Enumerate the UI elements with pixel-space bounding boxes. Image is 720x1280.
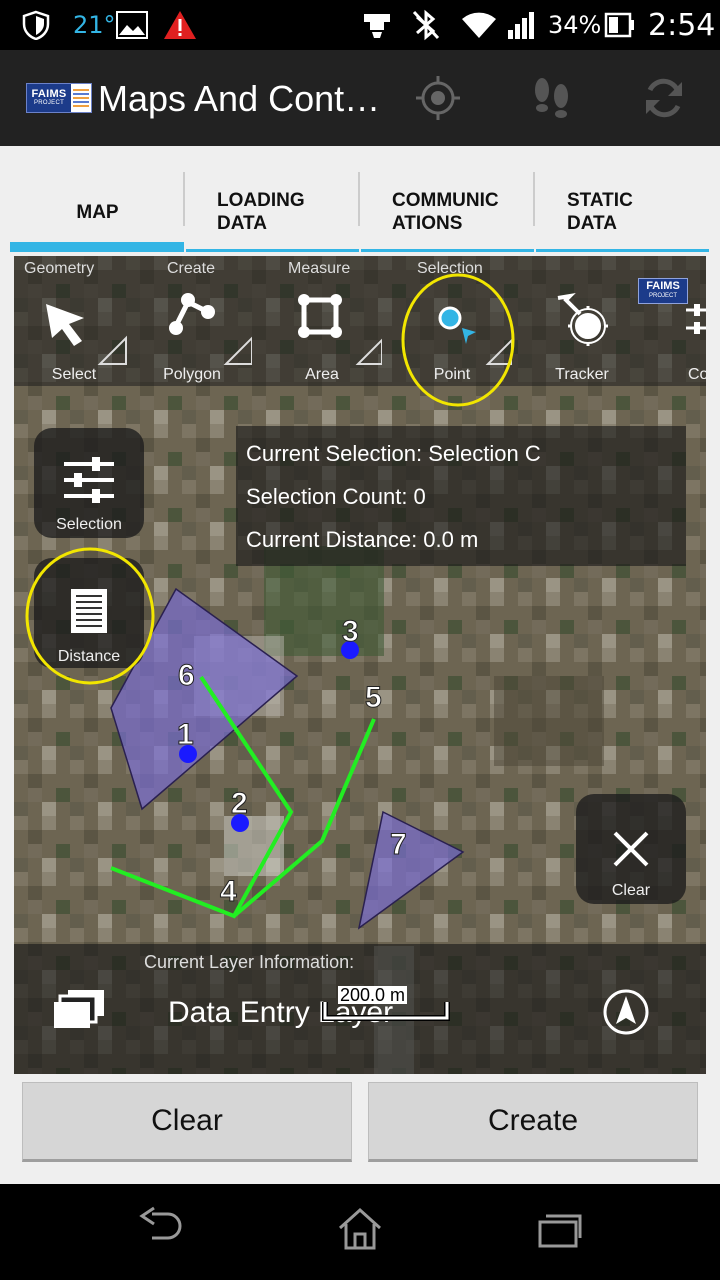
- temperature-text: 21°: [73, 11, 116, 39]
- map-toolbar: Geometry Create Measure Selection Select…: [14, 256, 706, 407]
- arrow-pointer-icon: [46, 304, 127, 365]
- tool-polygon[interactable]: Polygon: [132, 286, 252, 386]
- map-clear-label: Clear: [611, 882, 651, 899]
- tab-label: LOADING DATA: [217, 190, 305, 234]
- create-button[interactable]: Create: [368, 1082, 698, 1162]
- marker-label: 7: [390, 828, 407, 861]
- tool-label: Tracker: [555, 366, 609, 383]
- gps-target-icon[interactable]: [414, 74, 462, 122]
- tab-indicator: [186, 249, 359, 252]
- clear-button[interactable]: Clear: [22, 1082, 352, 1162]
- distance-highlight-circle: [25, 547, 155, 685]
- current-selection-text: Current Selection: Selection C: [246, 441, 541, 466]
- selection-info-panel: Current Selection: Selection C Selection…: [236, 426, 686, 566]
- marker-label: 4: [220, 875, 237, 908]
- sync-icon[interactable]: [640, 74, 688, 122]
- bluetooth-off-icon: [411, 0, 441, 50]
- tool-tracker[interactable]: Tracker: [522, 286, 642, 386]
- tool-area[interactable]: Area: [262, 286, 382, 386]
- tab-static-data[interactable]: STATIC DATA: [535, 172, 710, 252]
- group-label-create: Create: [167, 260, 216, 277]
- tab-communications[interactable]: COMMUNIC ATIONS: [360, 172, 535, 252]
- compass-icon[interactable]: [602, 988, 650, 1036]
- navigation-bar: [0, 1184, 720, 1280]
- tool-label: Polygon: [163, 366, 221, 383]
- map-view[interactable]: 1 2 3 4 5 6 7 Geometry Create Measure Se…: [14, 256, 706, 1074]
- faims-logo: FAIMS PROJECT: [26, 83, 92, 113]
- battery-icon: [604, 0, 634, 50]
- scale-label: 200.0 m: [338, 985, 408, 1005]
- layer-info-heading: Current Layer Information:: [144, 952, 355, 972]
- selection-button-label: Selection: [56, 516, 122, 533]
- marker-label: 6: [178, 659, 195, 692]
- map-clear-button[interactable]: Clear: [576, 794, 686, 904]
- sliders-icon: [64, 457, 114, 503]
- marker-label: 1: [177, 718, 194, 751]
- status-bar: 21° 34% 2:54: [0, 0, 720, 50]
- area-square-icon: [298, 294, 382, 365]
- close-icon: [613, 831, 649, 867]
- tab-indicator: [10, 242, 184, 252]
- tool-select[interactable]: Select: [14, 286, 134, 386]
- tab-indicator: [536, 249, 709, 252]
- group-label-measure: Measure: [288, 260, 351, 277]
- tool-label: Co: [688, 366, 706, 383]
- tab-map[interactable]: MAP: [10, 172, 185, 252]
- warning-icon: [163, 0, 197, 50]
- shield-icon: [22, 0, 50, 50]
- clock: 2:54: [648, 7, 716, 43]
- tab-indicator: [361, 249, 534, 252]
- tab-label: COMMUNIC ATIONS: [392, 190, 499, 234]
- tracker-icon: [557, 293, 608, 346]
- layers-icon[interactable]: [52, 988, 106, 1030]
- image-icon: [116, 0, 148, 50]
- content-area: MAP LOADING DATA COMMUNIC ATIONS STATIC …: [0, 146, 720, 1184]
- current-distance-text: Current Distance: 0.0 m: [246, 527, 479, 552]
- action-bar: FAIMS PROJECT Maps And Cont…: [0, 50, 720, 146]
- recent-apps-icon[interactable]: [536, 1210, 584, 1250]
- nfc-icon: [360, 0, 394, 50]
- battery-percent: 34%: [548, 11, 602, 39]
- app-title: Maps And Cont…: [98, 78, 381, 119]
- selection-button[interactable]: Selection: [34, 428, 144, 538]
- tool-label: Select: [51, 366, 97, 383]
- tool-label: Area: [305, 366, 339, 383]
- wifi-icon: [461, 0, 497, 50]
- marker-label: 2: [231, 787, 248, 820]
- selection-count-text: Selection Count: 0: [246, 484, 426, 509]
- tab-label: MAP: [76, 201, 119, 223]
- group-label-geometry: Geometry: [24, 260, 95, 277]
- faims-badge: FAIMS PROJECT: [638, 278, 688, 304]
- tab-bar: MAP LOADING DATA COMMUNIC ATIONS STATIC …: [10, 172, 710, 252]
- tab-loading-data[interactable]: LOADING DATA: [185, 172, 360, 252]
- footsteps-icon[interactable]: [528, 74, 576, 122]
- back-icon[interactable]: [136, 1206, 184, 1246]
- point-highlight-circle: [401, 273, 515, 407]
- marker-label: 3: [342, 615, 359, 648]
- marker-label: 5: [365, 681, 382, 714]
- tab-label: STATIC DATA: [567, 190, 633, 234]
- signal-icon: [506, 0, 538, 50]
- layer-info-bar: Current Layer Information: Data Entry La…: [14, 944, 706, 1074]
- home-icon[interactable]: [336, 1206, 384, 1250]
- polygon-icon: [169, 293, 252, 365]
